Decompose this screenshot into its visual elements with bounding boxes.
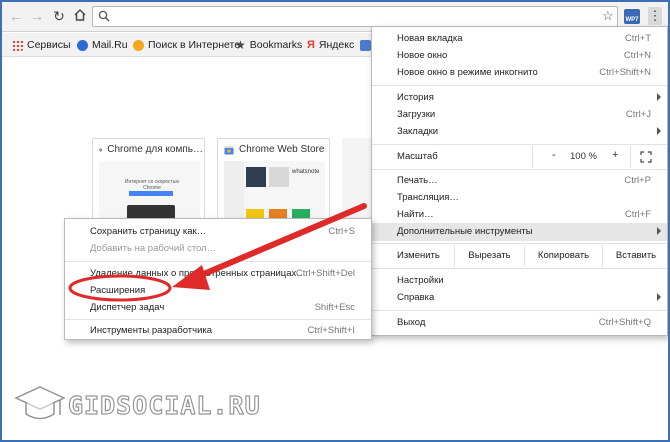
graduation-cap-icon [14, 386, 66, 420]
annotation-overlay [68, 203, 367, 302]
pointer-arrow [172, 203, 367, 290]
site-watermark: GIDSOCIAL.RU [10, 377, 270, 437]
highlight-ring [68, 274, 172, 302]
watermark-text: GIDSOCIAL.RU [67, 390, 261, 420]
screenshot-frame: ← → ↻ ☆ WP7 ⋮ Сервисы Mail.Ru Поиск в Ин… [0, 0, 670, 442]
